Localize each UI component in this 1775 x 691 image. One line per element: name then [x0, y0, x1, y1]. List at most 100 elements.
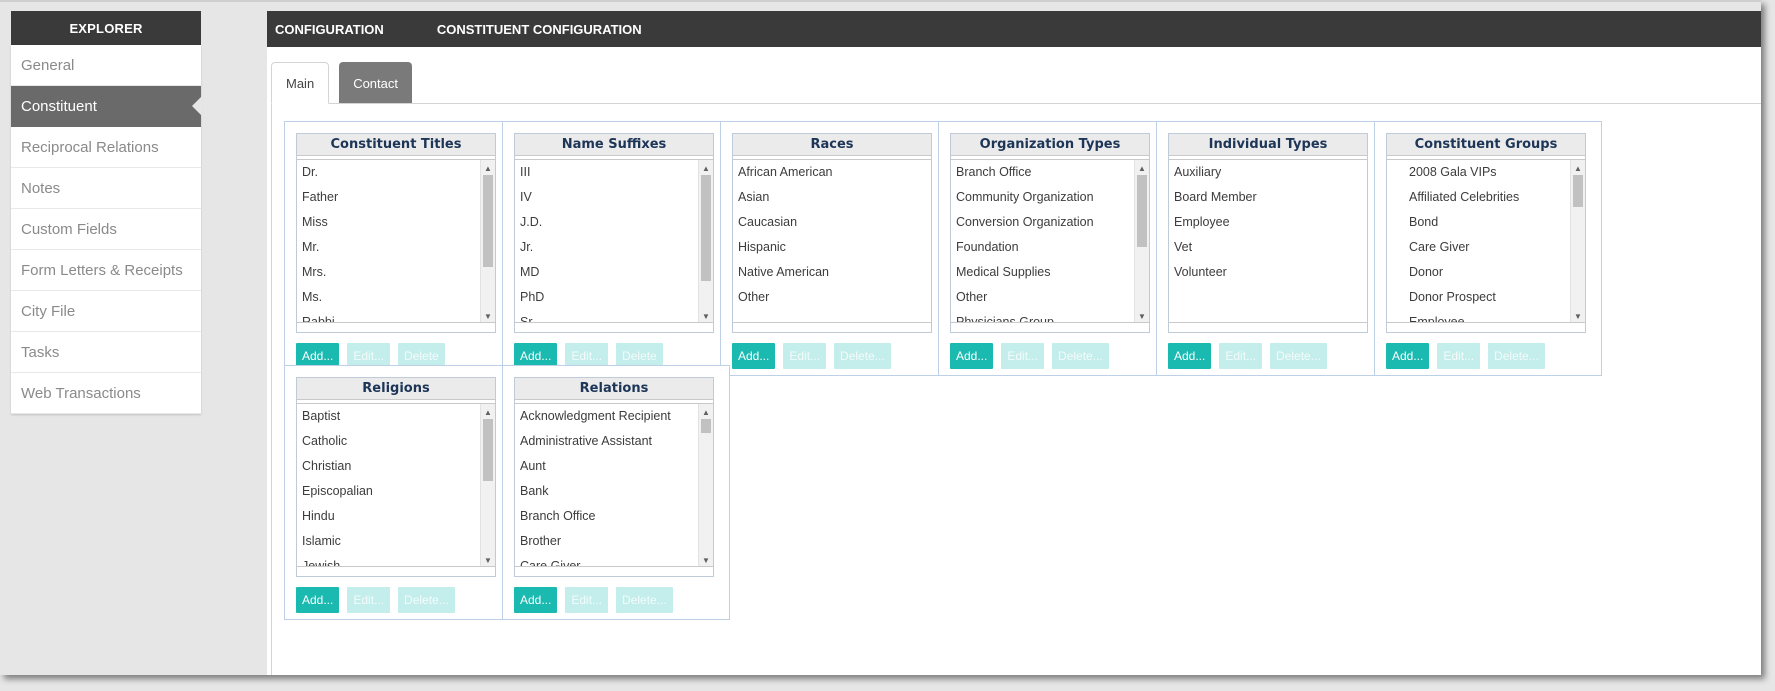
scroll-thumb[interactable]: [483, 419, 493, 481]
list-item[interactable]: Rabbi: [297, 310, 495, 322]
list-item[interactable]: Board Member: [1169, 185, 1367, 210]
list-item[interactable]: Aunt: [515, 454, 713, 479]
list-item[interactable]: African American: [733, 160, 931, 185]
list-item[interactable]: Medical Supplies: [951, 260, 1149, 285]
list-item[interactable]: Donor: [1387, 260, 1585, 285]
list-item[interactable]: Miss: [297, 210, 495, 235]
list-item[interactable]: Employee: [1169, 210, 1367, 235]
scroll-thumb[interactable]: [1137, 175, 1147, 247]
scroll-up-arrow-icon[interactable]: ▲: [699, 405, 713, 419]
list-item[interactable]: Auxiliary: [1169, 160, 1367, 185]
edit-button[interactable]: Edit...: [347, 587, 391, 613]
scrollbar[interactable]: ▲ ▼: [698, 160, 713, 322]
list-item[interactable]: Mrs.: [297, 260, 495, 285]
list-item[interactable]: Branch Office: [951, 160, 1149, 185]
list-item[interactable]: Employee: [1387, 310, 1585, 322]
edit-button[interactable]: Edit...: [565, 587, 609, 613]
breadcrumb-constituent-configuration[interactable]: CONSTITUENT CONFIGURATION: [437, 22, 642, 37]
sidebar-item-reciprocal-relations[interactable]: Reciprocal Relations: [11, 127, 201, 168]
list-item[interactable]: Vet: [1169, 235, 1367, 260]
scroll-up-arrow-icon[interactable]: ▲: [481, 161, 495, 175]
delete-button[interactable]: Delete...: [1052, 343, 1109, 369]
list-item[interactable]: Baptist: [297, 404, 495, 429]
scroll-up-arrow-icon[interactable]: ▲: [699, 161, 713, 175]
add-button[interactable]: Add...: [950, 343, 994, 369]
list-item[interactable]: Donor Prospect: [1387, 285, 1585, 310]
sidebar-item-city-file[interactable]: City File: [11, 291, 201, 332]
scroll-thumb[interactable]: [1573, 175, 1583, 207]
list-item[interactable]: III: [515, 160, 713, 185]
listbox[interactable]: III IV J.D. Jr. MD PhD Sr. ▲ ▼: [515, 159, 713, 323]
listbox[interactable]: Acknowledgment Recipient Administrative A…: [515, 403, 713, 567]
edit-button[interactable]: Edit...: [1219, 343, 1263, 369]
tab-contact[interactable]: Contact: [339, 62, 412, 104]
list-item[interactable]: Care Giver: [1387, 235, 1585, 260]
scroll-thumb[interactable]: [701, 175, 711, 281]
list-item[interactable]: Branch Office: [515, 504, 713, 529]
list-item[interactable]: Christian: [297, 454, 495, 479]
scroll-down-arrow-icon[interactable]: ▼: [481, 553, 495, 566]
edit-button[interactable]: Edit...: [1437, 343, 1481, 369]
delete-button[interactable]: Delete...: [1488, 343, 1545, 369]
list-item[interactable]: Administrative Assistant: [515, 429, 713, 454]
list-item[interactable]: Acknowledgment Recipient: [515, 404, 713, 429]
sidebar-item-general[interactable]: General: [11, 45, 201, 86]
listbox[interactable]: Auxiliary Board Member Employee Vet Voluntee…: [1169, 159, 1367, 323]
list-item[interactable]: IV: [515, 185, 713, 210]
edit-button[interactable]: Edit...: [783, 343, 827, 369]
list-item[interactable]: Bond: [1387, 210, 1585, 235]
list-item[interactable]: Affiliated Celebrities: [1387, 185, 1585, 210]
sidebar-item-custom-fields[interactable]: Custom Fields: [11, 209, 201, 250]
delete-button[interactable]: Delete...: [1270, 343, 1327, 369]
list-item[interactable]: Episcopalian: [297, 479, 495, 504]
list-item[interactable]: Jewish: [297, 554, 495, 566]
delete-button[interactable]: Delete...: [616, 587, 673, 613]
sidebar-item-form-letters-receipts[interactable]: Form Letters & Receipts: [11, 250, 201, 291]
list-item[interactable]: Native American: [733, 260, 931, 285]
scroll-up-arrow-icon[interactable]: ▲: [481, 405, 495, 419]
scroll-up-arrow-icon[interactable]: ▲: [1135, 161, 1149, 175]
scroll-thumb[interactable]: [701, 419, 711, 433]
add-button[interactable]: Add...: [296, 587, 340, 613]
add-button[interactable]: Add...: [514, 587, 558, 613]
listbox[interactable]: African American Asian Caucasian Hispanic Na…: [733, 159, 931, 323]
list-item[interactable]: Mr.: [297, 235, 495, 260]
list-item[interactable]: Caucasian: [733, 210, 931, 235]
list-item[interactable]: Hispanic: [733, 235, 931, 260]
list-item[interactable]: Community Organization: [951, 185, 1149, 210]
list-item[interactable]: Father: [297, 185, 495, 210]
scroll-down-arrow-icon[interactable]: ▼: [699, 553, 713, 566]
list-item[interactable]: Brother: [515, 529, 713, 554]
list-item[interactable]: Conversion Organization: [951, 210, 1149, 235]
scroll-down-arrow-icon[interactable]: ▼: [699, 309, 713, 322]
listbox[interactable]: Branch Office Community Organization Conve…: [951, 159, 1149, 323]
sidebar-item-tasks[interactable]: Tasks: [11, 332, 201, 373]
list-item[interactable]: Bank: [515, 479, 713, 504]
scrollbar[interactable]: ▲ ▼: [480, 404, 495, 566]
list-item[interactable]: J.D.: [515, 210, 713, 235]
scrollbar[interactable]: ▲ ▼: [1570, 160, 1585, 322]
list-item[interactable]: Other: [733, 285, 931, 310]
sidebar-item-web-transactions[interactable]: Web Transactions: [11, 373, 201, 414]
list-item[interactable]: Foundation: [951, 235, 1149, 260]
scrollbar[interactable]: ▲ ▼: [480, 160, 495, 322]
list-item[interactable]: Ms.: [297, 285, 495, 310]
scroll-down-arrow-icon[interactable]: ▼: [481, 309, 495, 322]
listbox[interactable]: Dr. Father Miss Mr. Mrs. Ms. Rabbi ▲ ▼: [297, 159, 495, 323]
scroll-thumb[interactable]: [483, 175, 493, 267]
add-button[interactable]: Add...: [1386, 343, 1430, 369]
sidebar-item-constituent[interactable]: Constituent: [11, 86, 202, 127]
scrollbar[interactable]: ▲ ▼: [698, 404, 713, 566]
breadcrumb-configuration[interactable]: CONFIGURATION: [275, 22, 384, 37]
add-button[interactable]: Add...: [1168, 343, 1212, 369]
sidebar-item-notes[interactable]: Notes: [11, 168, 201, 209]
list-item[interactable]: 2008 Gala VIPs: [1387, 160, 1585, 185]
scroll-down-arrow-icon[interactable]: ▼: [1135, 309, 1149, 322]
list-item[interactable]: MD: [515, 260, 713, 285]
list-item[interactable]: Physicians Group: [951, 310, 1149, 322]
list-item[interactable]: Catholic: [297, 429, 495, 454]
delete-button[interactable]: Delete...: [834, 343, 891, 369]
list-item[interactable]: Asian: [733, 185, 931, 210]
tab-main[interactable]: Main: [271, 62, 330, 104]
list-item[interactable]: Jr.: [515, 235, 713, 260]
